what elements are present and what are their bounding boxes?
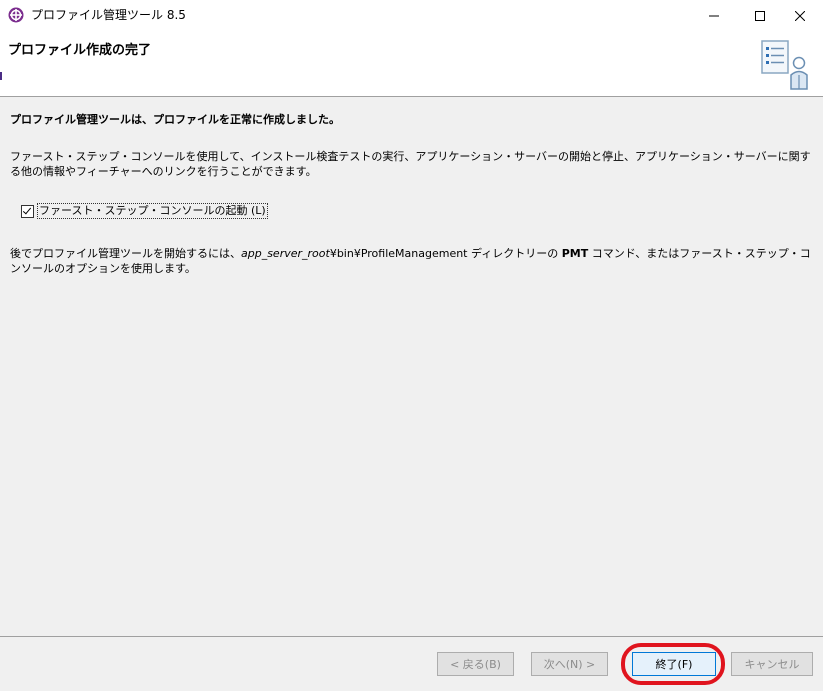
finish-highlight-circle [621, 643, 725, 685]
launch-first-steps-checkbox[interactable] [21, 204, 34, 218]
minimize-icon [709, 15, 719, 16]
launch-first-steps-option[interactable]: ファースト・ステップ・コンソールの起動 (L) [21, 203, 268, 219]
restart-instructions: 後でプロファイル管理ツールを開始するには、app_server_root¥bin… [10, 246, 816, 276]
note-path-rest: ¥bin¥ProfileManagement ディレクトリーの [329, 247, 562, 260]
close-button[interactable] [777, 0, 823, 31]
footer-divider [0, 636, 823, 637]
note-command: PMT [561, 247, 589, 260]
launch-first-steps-label[interactable]: ファースト・ステップ・コンソールの起動 (L) [37, 203, 268, 219]
success-message: プロファイル管理ツールは、プロファイルを正常に作成しました。 [10, 113, 340, 126]
wizard-header: プロファイル作成の完了 [0, 31, 823, 97]
window-title: プロファイル管理ツール 8.5 [31, 8, 186, 22]
next-button[interactable]: 次へ(N) > [531, 652, 608, 676]
window-edge-accent [0, 72, 2, 80]
page-title: プロファイル作成の完了 [8, 43, 152, 58]
note-prefix: 後でプロファイル管理ツールを開始するには、 [10, 247, 241, 260]
window-titlebar: プロファイル管理ツール 8.5 [0, 0, 823, 31]
minimize-button[interactable] [691, 0, 737, 31]
maximize-icon [755, 10, 765, 21]
note-path-root: app_server_root [241, 247, 330, 260]
wizard-content: プロファイル管理ツールは、プロファイルを正常に作成しました。 ファースト・ステッ… [0, 97, 823, 635]
back-button[interactable]: < 戻る(B) [437, 652, 514, 676]
close-icon [795, 10, 805, 21]
description-text: ファースト・ステップ・コンソールを使用して、インストール検査テストの実行、アプリ… [10, 150, 811, 178]
checklist-person-icon [761, 40, 808, 90]
app-icon [8, 7, 24, 23]
cancel-button[interactable]: キャンセル [731, 652, 813, 676]
